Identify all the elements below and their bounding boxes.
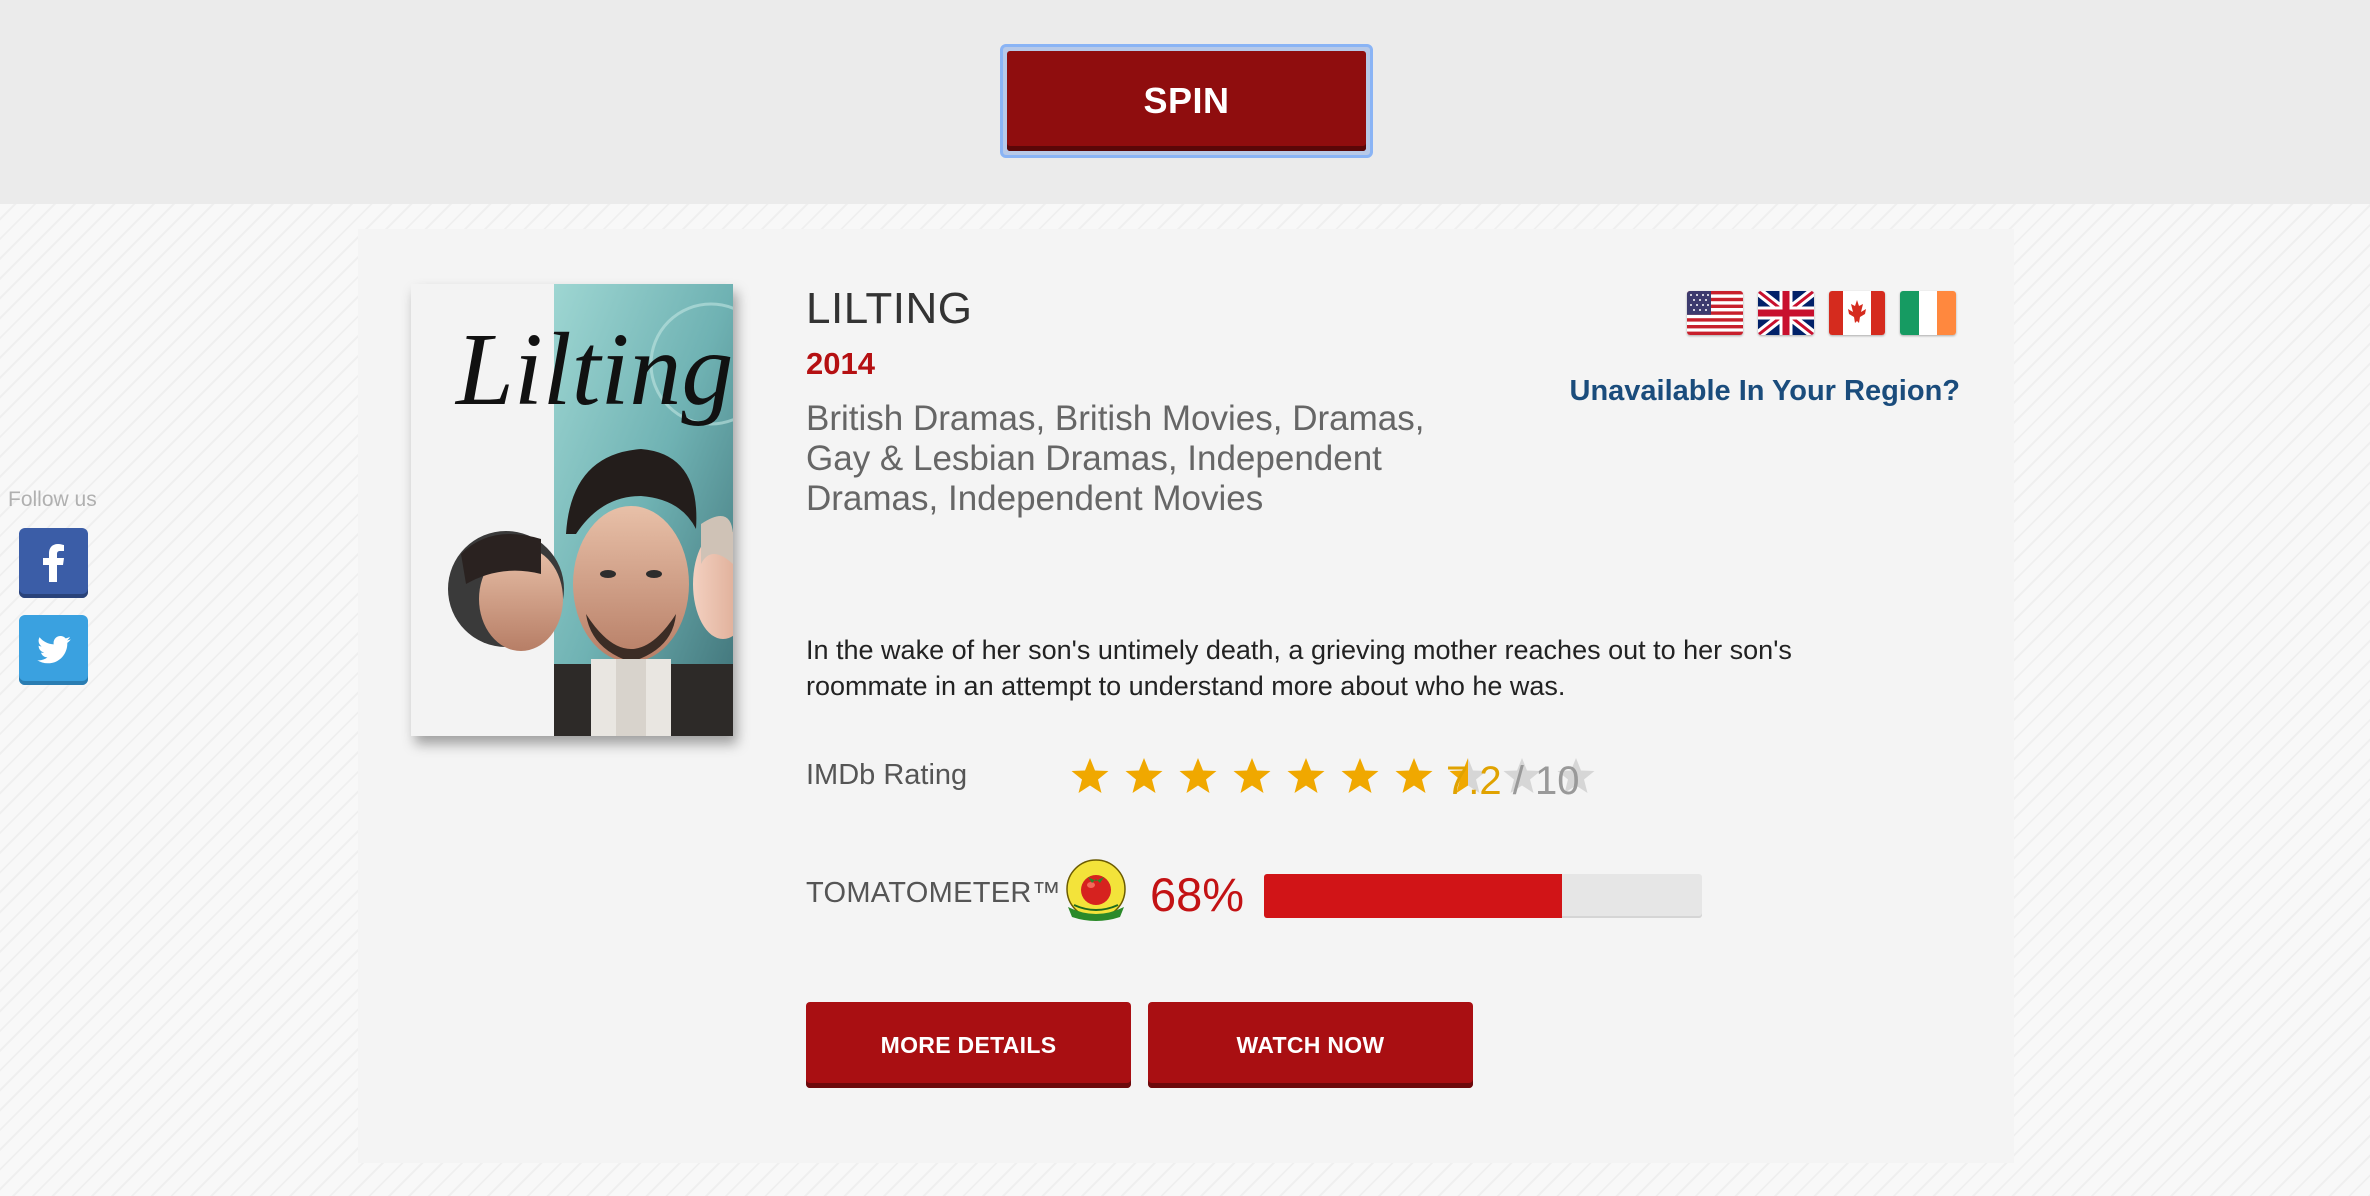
imdb-rating-value: 7.2 / 10	[1446, 759, 1579, 804]
movie-description: In the wake of her son's untimely death,…	[806, 635, 1792, 701]
unavailable-region-link[interactable]: Unavailable In Your Region?	[1570, 375, 1961, 408]
tomatometer-label: TOMATOMETER™	[806, 877, 1061, 909]
star-full-icon	[1287, 758, 1325, 793]
imdb-rating-label: IMDb Rating	[806, 759, 968, 791]
star-full-icon	[1179, 758, 1217, 793]
spin-button[interactable]: SPIN	[1007, 51, 1366, 151]
facebook-button[interactable]	[19, 528, 88, 598]
tomatometer-bar	[1264, 874, 1702, 918]
movie-title: LILTING	[806, 284, 973, 333]
movie-year: 2014	[806, 346, 875, 381]
star-full-icon	[1341, 758, 1379, 793]
spin-focus-ring: SPIN	[1000, 44, 1373, 158]
movie-card: Lilting LILTING 2014 British Dramas, Bri…	[358, 229, 2014, 1163]
star-full-icon	[1071, 758, 1109, 793]
ireland-flag[interactable]	[1900, 291, 1956, 335]
star-full-icon	[1395, 758, 1433, 793]
movie-poster: Lilting	[411, 284, 733, 736]
us-flag[interactable]	[1687, 291, 1743, 335]
facebook-icon	[42, 544, 64, 582]
star-full-icon	[1125, 758, 1163, 793]
country-flags	[1687, 291, 1956, 335]
follow-us-label: Follow us	[8, 488, 97, 511]
imdb-rating-separator: /	[1512, 759, 1524, 803]
more-details-button[interactable]: MORE DETAILS	[806, 1002, 1131, 1088]
movie-genres: British Dramas, British Movies, Dramas, …	[806, 399, 1425, 518]
tomato-icon	[1066, 859, 1126, 921]
twitter-icon	[36, 636, 71, 664]
uk-flag[interactable]	[1758, 291, 1814, 335]
top-bar: SPIN	[0, 0, 2370, 204]
tomatometer-bar-fill	[1264, 874, 1562, 918]
imdb-rating-score: 7.2	[1446, 759, 1502, 803]
canada-flag[interactable]	[1829, 291, 1885, 335]
poster-title-text: Lilting	[454, 312, 733, 427]
star-full-icon	[1233, 758, 1271, 793]
twitter-button[interactable]	[19, 615, 88, 685]
imdb-rating-max: 10	[1534, 759, 1580, 803]
watch-now-button[interactable]: WATCH NOW	[1148, 1002, 1473, 1088]
tomatometer-percent: 68%	[1150, 868, 1245, 921]
